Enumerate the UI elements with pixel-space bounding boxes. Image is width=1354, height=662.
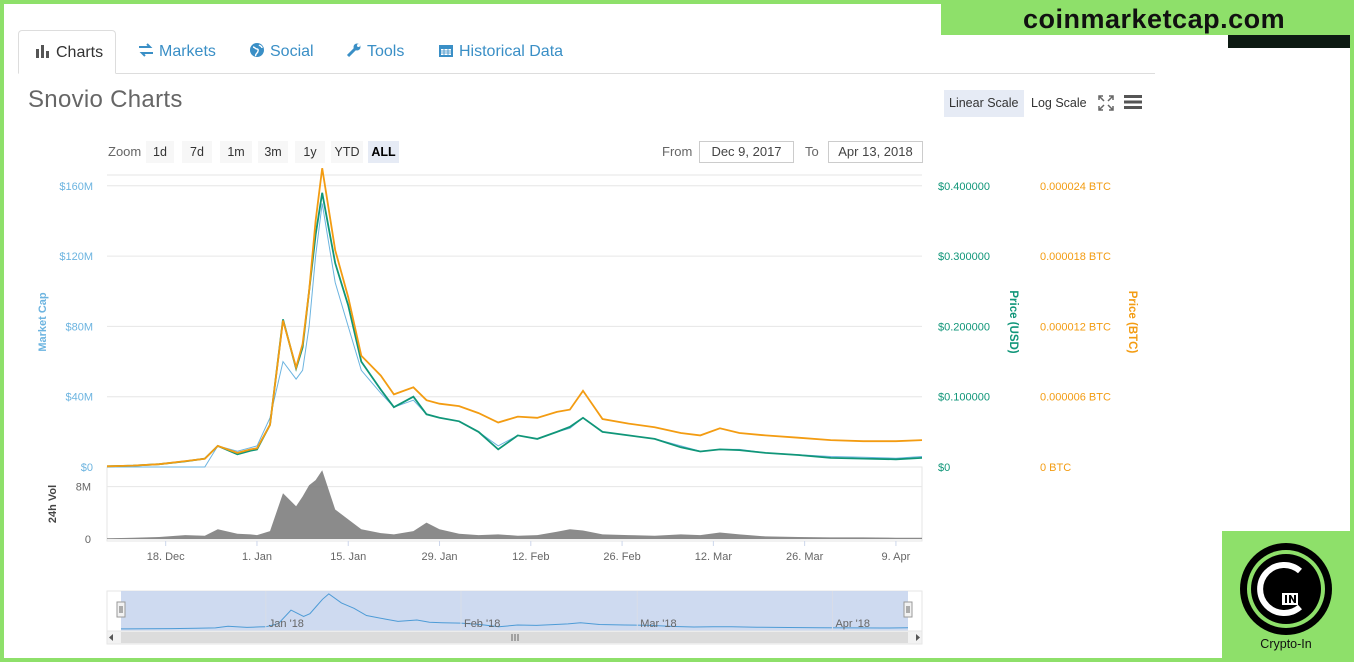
navigator-tick-label: Apr '18 bbox=[835, 618, 870, 630]
x-tick-label: 29. Jan bbox=[421, 551, 457, 563]
y-tick-btc: 0.000018 BTC bbox=[1040, 251, 1111, 263]
handle-body[interactable] bbox=[903, 601, 913, 618]
crypto-in-logo: Crypto-In bbox=[1222, 531, 1350, 658]
y-tick-usd: $0.400000 bbox=[938, 181, 990, 193]
y-tick-usd: $0 bbox=[938, 462, 950, 474]
x-tick-label: 26. Mar bbox=[786, 551, 824, 563]
x-tick-label: 26. Feb bbox=[603, 551, 640, 563]
chart-axes: Market Cap Price (USD) Price (BTC) 24h V… bbox=[37, 181, 1138, 563]
site-watermark: coinmarketcap.com bbox=[941, 4, 1350, 35]
navigator-tick-label: Mar '18 bbox=[640, 618, 676, 630]
y-tick-btc: 0.000006 BTC bbox=[1040, 392, 1111, 404]
navigator[interactable]: Jan '18 Feb '18 Mar '18 Apr '18 bbox=[106, 590, 923, 645]
x-tick-label: 12. Mar bbox=[695, 551, 733, 563]
chart-series bbox=[106, 168, 923, 539]
x-tick-label: 9. Apr bbox=[882, 551, 911, 563]
y-tick-btc: 0 BTC bbox=[1040, 462, 1071, 474]
site-watermark-text: coinmarketcap.com bbox=[1023, 4, 1286, 34]
y-tick-btc: 0.000024 BTC bbox=[1040, 181, 1111, 193]
volume-axis-label: 24h Vol bbox=[47, 485, 59, 523]
series-line-market-cap bbox=[107, 203, 923, 468]
y-tick-left: $0 bbox=[81, 462, 93, 474]
series-line-price-usd bbox=[106, 192, 923, 468]
y-tick-left: $160M bbox=[59, 181, 93, 193]
x-tick-label: 18. Dec bbox=[147, 551, 185, 563]
volume-panel bbox=[106, 466, 923, 542]
y-tick-left: $80M bbox=[65, 321, 93, 333]
y-tick-usd: $0.200000 bbox=[938, 321, 990, 333]
crypto-in-caption: Crypto-In bbox=[1260, 637, 1312, 651]
crypto-in-logo-icon bbox=[1240, 543, 1332, 635]
series-line-price-btc bbox=[106, 168, 923, 468]
y-axis-btc-label: Price (BTC) bbox=[1126, 291, 1138, 354]
y-tick-left: $120M bbox=[59, 251, 93, 263]
y-tick-btc: 0.000012 BTC bbox=[1040, 321, 1111, 333]
navigator-tick-label: Jan '18 bbox=[269, 618, 304, 630]
handle-body[interactable] bbox=[116, 601, 126, 618]
logo-image-strip bbox=[1228, 35, 1350, 48]
navigator-right-handle[interactable] bbox=[903, 601, 913, 618]
price-chart: Market Cap Price (USD) Price (BTC) 24h V… bbox=[37, 168, 1138, 645]
y-axis-usd-label: Price (USD) bbox=[1007, 290, 1019, 353]
volume-grid bbox=[107, 486, 922, 540]
page: Charts Markets Social Tools Historical D… bbox=[4, 4, 1350, 658]
volume-tick: 0 bbox=[85, 534, 91, 546]
y-axis-left-label: Market Cap bbox=[37, 292, 49, 352]
volume-tick: 8M bbox=[76, 482, 91, 494]
navigator-tick-label: Feb '18 bbox=[464, 618, 500, 630]
y-tick-usd: $0.100000 bbox=[938, 392, 990, 404]
grid-lines bbox=[107, 185, 922, 468]
x-tick-label: 15. Jan bbox=[330, 551, 366, 563]
y-tick-left: $40M bbox=[65, 392, 93, 404]
y-tick-usd: $0.300000 bbox=[938, 251, 990, 263]
x-tick-label: 12. Feb bbox=[512, 551, 549, 563]
navigator-left-handle[interactable] bbox=[116, 601, 126, 618]
volume-area bbox=[107, 470, 922, 539]
x-tick-label: 1. Jan bbox=[242, 551, 272, 563]
